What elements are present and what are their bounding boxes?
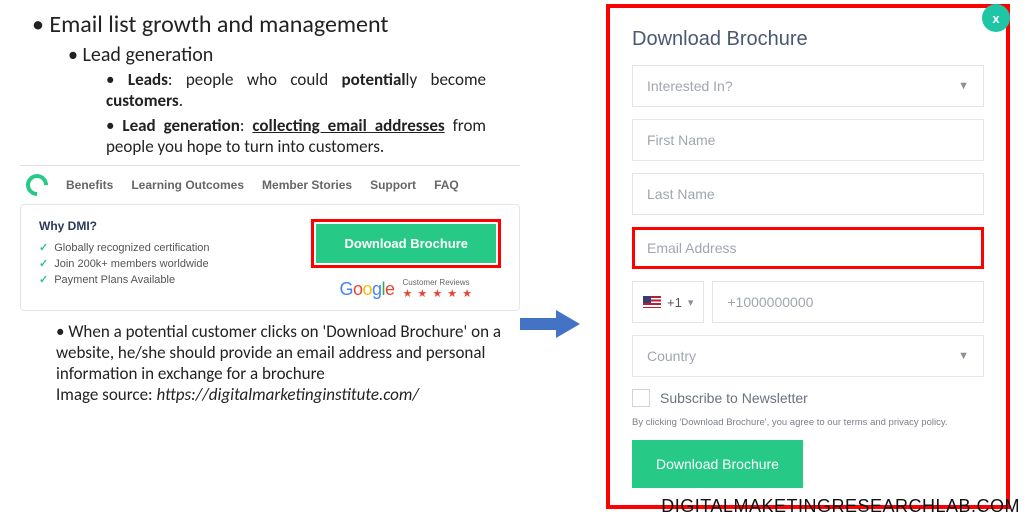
watermark: DIGITALMAKETINGRESEARCHLAB.COM — [661, 496, 1020, 517]
close-button[interactable]: x — [982, 4, 1010, 32]
email-field[interactable]: Email Address — [632, 227, 984, 269]
star-icons: ★ ★ ★ ★ ★ — [403, 287, 474, 300]
last-name-field[interactable]: Last Name — [632, 173, 984, 215]
dmi-card: Why DMI? ✓Globally recognized certificat… — [20, 204, 520, 311]
country-select[interactable]: Country ▼ — [632, 335, 984, 377]
google-reviews: Google Customer Reviews ★ ★ ★ ★ ★ — [339, 278, 473, 300]
chevron-down-icon: ▼ — [958, 80, 969, 92]
interested-in-select[interactable]: Interested In? ▼ — [632, 65, 984, 107]
feature-row: ✓Globally recognized certification — [39, 241, 210, 254]
nav-support[interactable]: Support — [370, 178, 416, 192]
download-highlight-box: Download Brochure — [311, 219, 501, 268]
brochure-form: x Download Brochure Interested In? ▼ Fir… — [606, 4, 1010, 509]
dmi-logo-icon — [21, 169, 52, 200]
first-name-field[interactable]: First Name — [632, 119, 984, 161]
check-icon: ✓ — [39, 241, 48, 254]
dial-code-select[interactable]: +1 ▾ — [632, 281, 704, 323]
submit-download-button[interactable]: Download Brochure — [632, 440, 803, 488]
check-icon: ✓ — [39, 273, 48, 286]
nav-benefits[interactable]: Benefits — [66, 178, 113, 192]
download-brochure-button[interactable]: Download Brochure — [316, 224, 496, 263]
nav-member-stories[interactable]: Member Stories — [262, 178, 352, 192]
form-title: Download Brochure — [632, 28, 984, 51]
us-flag-icon — [643, 296, 661, 308]
check-icon: ✓ — [39, 257, 48, 270]
subscribe-checkbox[interactable] — [632, 389, 650, 407]
feature-row: ✓Payment Plans Available — [39, 273, 210, 286]
google-logo: Google — [339, 279, 394, 300]
why-dmi-heading: Why DMI? — [39, 219, 210, 233]
chevron-down-icon: ▾ — [688, 296, 694, 309]
reviews-label: Customer Reviews — [403, 278, 474, 287]
dmi-nav: Benefits Learning Outcomes Member Storie… — [20, 166, 520, 204]
terms-text: By clicking 'Download Brochure', you agr… — [632, 417, 984, 428]
definitions-list: Leads: people who could potentially beco… — [106, 69, 486, 157]
chevron-down-icon: ▼ — [958, 350, 969, 362]
nav-faq[interactable]: FAQ — [434, 178, 459, 192]
phone-field[interactable]: +1000000000 — [712, 281, 984, 323]
feature-row: ✓Join 200k+ members worldwide — [39, 257, 210, 270]
subscribe-row[interactable]: Subscribe to Newsletter — [632, 389, 984, 407]
nav-learning-outcomes[interactable]: Learning Outcomes — [131, 178, 244, 192]
caption-text: When a potential customer clicks on 'Dow… — [56, 321, 526, 405]
leads-definition: Leads: people who could potentially beco… — [106, 69, 486, 111]
arrow-icon — [520, 310, 580, 338]
leadgen-definition: Lead generation: collecting email addres… — [106, 115, 486, 157]
dmi-widget: Benefits Learning Outcomes Member Storie… — [20, 165, 520, 311]
